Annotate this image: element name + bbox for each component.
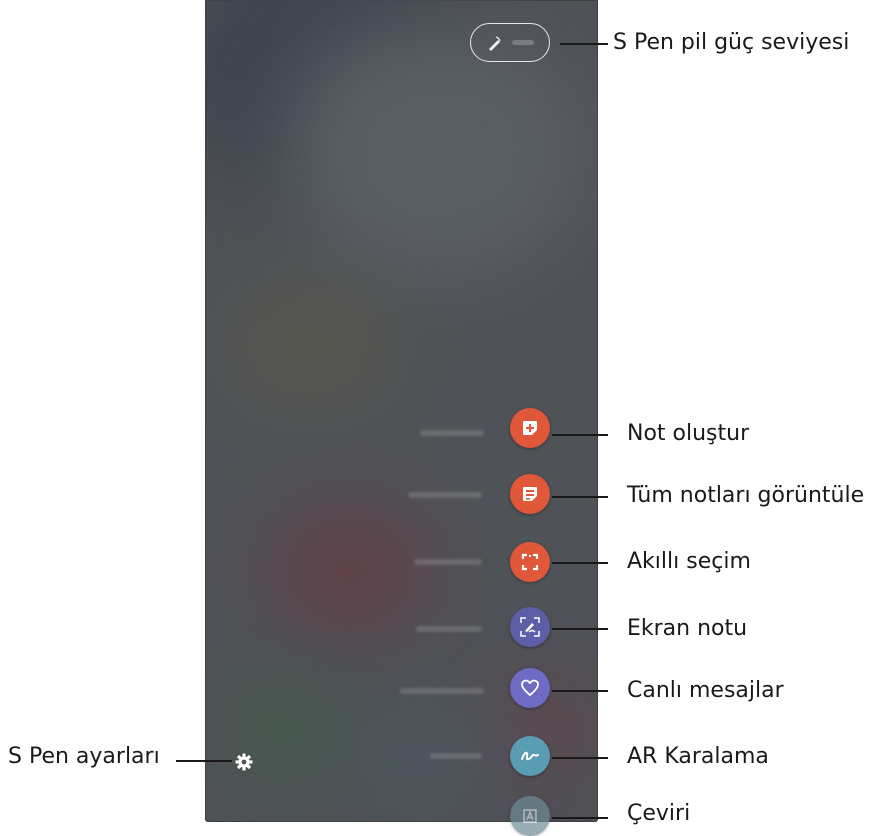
settings-button[interactable]	[234, 752, 254, 772]
menu-label	[420, 430, 484, 436]
background-blur	[225, 280, 395, 410]
view-all-notes-callout: Tüm notları görüntüle	[627, 483, 865, 508]
ar-doodle-icon	[519, 745, 541, 767]
heart-message-icon	[519, 677, 541, 699]
view-all-notes-button[interactable]	[510, 474, 550, 514]
live-messages-callout: Canlı mesajlar	[627, 678, 784, 703]
notes-list-icon	[521, 485, 539, 503]
live-messages-callout-line	[552, 690, 608, 692]
translate-callout: Çeviri	[627, 801, 691, 826]
translate-icon	[521, 807, 539, 825]
smart-select-callout-line	[552, 562, 608, 564]
create-note-callout-line	[552, 434, 608, 436]
battery-callout-line	[560, 43, 608, 45]
menu-label	[414, 559, 482, 565]
menu-label	[408, 492, 482, 498]
view-all-notes-callout-line	[552, 496, 608, 498]
menu-label	[400, 688, 484, 694]
menu-label	[416, 626, 482, 632]
background-blur	[275, 510, 425, 630]
note-plus-icon	[521, 419, 539, 437]
screen-write-icon	[519, 616, 541, 638]
smart-select-icon	[520, 552, 540, 572]
smart-select-callout: Akıllı seçim	[627, 549, 751, 574]
ar-doodle-callout-line	[552, 757, 608, 759]
menu-label	[430, 753, 482, 759]
translate-button[interactable]	[510, 796, 550, 836]
pen-battery-icon	[486, 34, 504, 52]
screen-write-callout: Ekran notu	[627, 616, 748, 641]
screen-write-callout-line	[552, 628, 608, 630]
ar-doodle-button[interactable]	[510, 736, 550, 776]
settings-callout-line	[176, 760, 232, 762]
settings-callout: S Pen ayarları	[8, 744, 160, 769]
smart-select-button[interactable]	[510, 542, 550, 582]
ar-doodle-callout: AR Karalama	[627, 744, 769, 769]
pen-battery-indicator[interactable]	[470, 23, 550, 62]
battery-callout: S Pen pil güç seviyesi	[613, 30, 850, 55]
translate-callout-line	[552, 817, 608, 819]
create-note-callout: Not oluştur	[627, 421, 750, 446]
screen-write-button[interactable]	[510, 607, 550, 647]
gear-icon	[234, 753, 254, 776]
battery-level-bar	[512, 40, 534, 45]
live-messages-button[interactable]	[510, 668, 550, 708]
create-note-button[interactable]	[510, 408, 550, 448]
